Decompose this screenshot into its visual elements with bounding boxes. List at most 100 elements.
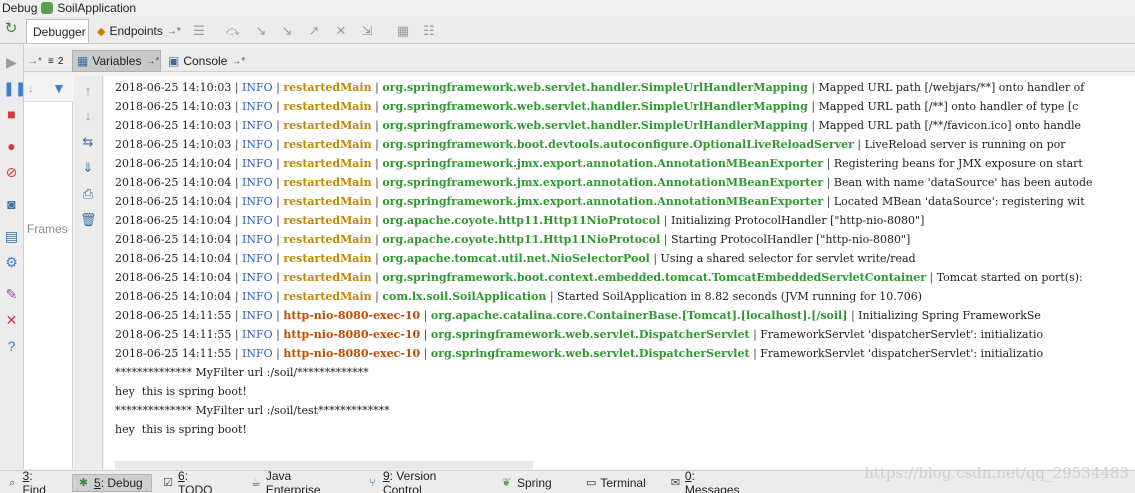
soft-wrap-icon[interactable]: ⇆ xyxy=(80,134,96,150)
console-log-line: 2018-06-25 14:11:55 | INFO | http-nio-80… xyxy=(115,325,1043,344)
log-separator: | xyxy=(231,252,243,265)
messages-icon: ✉ xyxy=(670,476,681,489)
show-execution-point-icon[interactable]: ☰ xyxy=(192,24,206,38)
up-arrow-icon[interactable]: ↑ xyxy=(80,83,96,99)
horizontal-scrollbar[interactable] xyxy=(115,461,533,469)
evaluate-expression-icon[interactable]: ▦ xyxy=(396,24,410,38)
log-separator: | xyxy=(371,157,383,170)
log-separator: | xyxy=(420,309,431,322)
console-log-line: 2018-06-25 14:10:04 | INFO | restartedMa… xyxy=(115,287,922,306)
tab-variables[interactable]: ▦ Variables →* xyxy=(72,50,161,72)
close-icon[interactable]: ✕ xyxy=(3,312,20,329)
console-output[interactable]: 2018-06-25 14:10:03 | INFO | restartedMa… xyxy=(104,76,1135,469)
log-thread: restartedMain xyxy=(283,195,372,208)
step-over-icon[interactable]: ⤼ xyxy=(226,24,240,38)
pin-tab-icon[interactable]: ✎ xyxy=(3,286,20,303)
tab-console[interactable]: ▣ Console →* xyxy=(164,50,245,72)
list-icon: ≡ xyxy=(48,55,54,67)
console-log-line: 2018-06-25 14:10:03 | INFO | restartedMa… xyxy=(115,78,1084,97)
camera-icon[interactable]: ◙ xyxy=(3,196,20,213)
down-arrow-icon[interactable]: ↓ xyxy=(28,81,34,95)
tool-window-debug[interactable]: ✱ 5: Debug xyxy=(72,474,152,492)
mnemonic-key: 9 xyxy=(382,469,390,483)
tool-window-terminal[interactable]: ▭ Terminal xyxy=(582,474,648,492)
trace-icon[interactable]: ☷ xyxy=(422,24,436,38)
log-message: Located MBean 'dataSource': registering … xyxy=(833,195,1085,208)
down-arrow-icon[interactable]: ↓ xyxy=(80,108,96,124)
log-separator: | xyxy=(272,81,284,94)
debugger-subtabs: →* ≡ 2 ▦ Variables →* ▣ Console →* xyxy=(24,48,1135,72)
log-level: INFO xyxy=(242,176,273,189)
tool-window-label: 9: Version Control xyxy=(383,469,478,493)
log-class: org.springframework.jmx.export.annotatio… xyxy=(382,195,824,208)
pin-icon[interactable]: →* xyxy=(231,56,245,67)
log-separator: | xyxy=(272,309,284,322)
threads-restore-button[interactable]: →* xyxy=(24,50,46,72)
resume-icon[interactable]: ▶ xyxy=(3,54,20,71)
tool-window-version-control[interactable]: ⑂ 9: Version Control xyxy=(362,469,482,493)
help-icon[interactable]: ? xyxy=(3,338,20,355)
console-log-line: 2018-06-25 14:10:04 | INFO | restartedMa… xyxy=(115,249,916,268)
console-log-line: 2018-06-25 14:10:03 | INFO | restartedMa… xyxy=(115,116,1081,135)
log-separator: | xyxy=(649,252,661,265)
tool-window-text: Java Enterprise xyxy=(265,469,321,493)
pin-icon[interactable]: →* xyxy=(145,56,159,67)
pin-icon[interactable]: →* xyxy=(167,26,181,37)
settings-icon[interactable]: ⚙ xyxy=(3,254,20,271)
pause-icon[interactable]: ❚❚ xyxy=(3,80,26,97)
step-out-icon[interactable]: ↗ xyxy=(307,24,321,38)
mute-breakpoints-icon[interactable]: ⊘ xyxy=(3,164,20,181)
log-separator: | xyxy=(371,81,383,94)
frames-toggle[interactable]: ≡ 2 xyxy=(44,50,67,72)
log-separator: | xyxy=(231,309,243,322)
log-timestamp: 2018-06-25 14:10:04 xyxy=(115,252,232,265)
log-level: INFO xyxy=(242,252,273,265)
tab-endpoints[interactable]: ◆ Endpoints →* xyxy=(90,19,186,43)
log-timestamp: 2018-06-25 14:10:04 xyxy=(115,290,232,303)
force-step-into-icon[interactable]: ↘ xyxy=(280,24,294,38)
rerun-icon[interactable]: ↻ xyxy=(4,21,18,36)
log-class: org.springframework.web.servlet.Dispatch… xyxy=(430,328,750,341)
step-into-icon[interactable]: ↘ xyxy=(254,24,268,38)
log-message: LiveReload server is running on por xyxy=(864,138,1066,151)
log-message: Mapped URL path [/**/favicon.ico] onto h… xyxy=(818,119,1082,132)
tool-window-java-enterprise[interactable]: ☕ Java Enterprise xyxy=(246,469,346,493)
tool-window-find[interactable]: ⌕ 3: Find xyxy=(2,469,62,493)
mnemonic-key: 0 xyxy=(684,469,692,483)
log-thread: restartedMain xyxy=(283,214,372,227)
log-timestamp: 2018-06-25 14:11:55 xyxy=(115,328,232,341)
log-message: Initializing Spring FrameworkSe xyxy=(858,309,1041,322)
log-timestamp: 2018-06-25 14:11:55 xyxy=(115,347,232,360)
log-level: INFO xyxy=(242,214,273,227)
log-message: Started SoilApplication in 8.82 seconds … xyxy=(557,290,923,303)
clear-all-icon[interactable]: 🗑 xyxy=(80,212,97,228)
console-log-line: 2018-06-25 14:10:04 | INFO | restartedMa… xyxy=(115,268,1083,287)
tab-debugger[interactable]: Debugger xyxy=(26,19,89,43)
run-config-name: SoilApplication xyxy=(57,1,137,15)
log-separator: | xyxy=(807,100,819,113)
log-separator: | xyxy=(371,195,383,208)
tab-endpoints-label: Endpoints xyxy=(109,24,163,38)
layout-icon[interactable]: ▤ xyxy=(3,228,20,245)
tool-window-messages[interactable]: ✉ 0: Messages xyxy=(666,469,746,493)
tool-window-spring[interactable]: ❦ Spring xyxy=(496,474,556,492)
scroll-to-end-icon[interactable]: ⇓ xyxy=(80,160,96,176)
log-separator: | xyxy=(272,233,284,246)
log-timestamp: 2018-06-25 14:11:55 xyxy=(115,309,232,322)
console-log-line: 2018-06-25 14:10:03 | INFO | restartedMa… xyxy=(115,97,1078,116)
debug-label: Debug xyxy=(2,1,38,15)
tool-window-todo[interactable]: ☑ 6: TODO xyxy=(158,469,226,493)
filter-icon[interactable]: ▼ xyxy=(52,80,66,96)
log-level: INFO xyxy=(242,195,273,208)
view-breakpoints-icon[interactable]: ● xyxy=(3,138,20,155)
log-separator: | xyxy=(231,195,243,208)
run-to-cursor-icon[interactable]: ⇲ xyxy=(360,24,374,38)
stop-icon[interactable]: ■ xyxy=(3,106,20,123)
log-message: Initializing ProtocolHandler ["http-nio-… xyxy=(670,214,925,227)
console-log-line: 2018-06-25 14:11:55 | INFO | http-nio-80… xyxy=(115,306,1041,325)
log-separator: | xyxy=(807,119,819,132)
debug-side-toolbar: ▶ ❚❚ ■ ● ⊘ ◙ ▤ ⚙ ✎ ✕ ? xyxy=(0,44,26,469)
drop-frame-icon[interactable]: ✕ xyxy=(334,24,348,38)
print-icon[interactable]: ⎙ xyxy=(80,186,96,202)
log-separator: | xyxy=(272,271,284,284)
